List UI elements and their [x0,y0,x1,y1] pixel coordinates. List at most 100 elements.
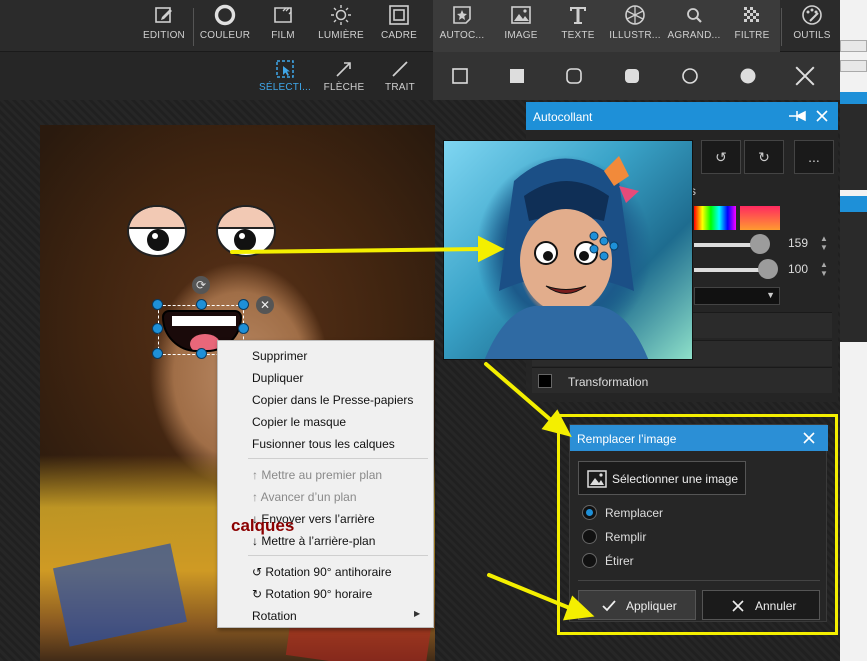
main-toolbar: EDITION COULEUR FILM LUMIÈRE CADRE AUTOC… [0,0,840,52]
tool-illustration[interactable]: ILLUSTR... [608,0,662,52]
subtool-select[interactable]: SÉLECTI... [259,56,311,100]
strip-control[interactable] [840,60,867,72]
circle-outline-icon[interactable] [680,66,700,86]
rounded-square-outline-icon[interactable] [564,66,584,86]
tools-icon [801,0,823,30]
tool-image[interactable]: IMAGE [499,0,543,52]
delete-sticker-icon[interactable]: ✕ [256,296,274,314]
slider-track[interactable] [694,268,766,272]
slider-knob[interactable] [758,259,778,279]
strip-accent [840,92,867,104]
menu-item-label: Rotation 90° antihoraire [265,565,392,579]
line-icon [390,56,410,82]
resize-handle[interactable] [196,348,207,359]
menu-separator [248,555,428,556]
select-image-button[interactable]: Sélectionner une image [578,461,746,495]
resize-handle[interactable] [238,299,249,310]
radio-replace[interactable] [582,505,597,520]
strip-control[interactable] [840,40,867,52]
rotate-left-icon[interactable]: ↺ [701,140,741,174]
apply-button[interactable]: Appliquer [578,590,696,620]
radio-fill[interactable] [582,529,597,544]
tool-autocollant[interactable]: AUTOC... [436,0,488,52]
tool-texte[interactable]: TEXTE [556,0,600,52]
menu-item-bring-forward[interactable]: ↑ Avancer d’un plan [252,490,357,504]
tool-couleur[interactable]: COULEUR [198,0,252,52]
rotate-cw-icon: ↻ [252,587,266,601]
menu-item-rotation[interactable]: Rotation [252,609,297,623]
menu-item-copy-clipboard[interactable]: Copier dans le Presse-papiers [252,393,413,407]
close-icon [732,600,744,612]
color-swatch[interactable] [740,206,780,230]
tool-filtre[interactable]: FILTRE [731,0,773,52]
menu-item-label: Mettre au premier plan [261,468,383,482]
menu-item-merge-layers[interactable]: Fusionner tous les calques [252,437,395,451]
spinner-icon[interactable]: ▲ ▼ [820,260,828,278]
filter-icon [741,0,763,30]
resize-handle[interactable] [196,299,207,310]
strip-accent [840,196,867,212]
radio-stretch[interactable] [582,553,597,568]
circle-filled-icon[interactable] [738,66,758,86]
gradient-swatch[interactable] [694,206,736,230]
replace-image-dialog: Remplacer l’image Sélectionner une image… [569,424,828,622]
rotate-ccw-icon: ↺ [252,565,266,579]
menu-item-copy-mask[interactable]: Copier le masque [252,415,346,429]
slider-value: 159 [788,236,809,250]
tool-label: COULEUR [199,30,251,41]
tool-label: EDITION [143,30,185,41]
rounded-square-filled-icon[interactable] [622,66,642,86]
tool-agrandir[interactable]: AGRAND... [667,0,721,52]
sticker-panel-header: Autocollant [526,102,838,130]
panel-title: Autocollant [533,110,593,124]
illustration-icon [624,0,646,30]
menu-item-supprimer[interactable]: Supprimer [252,349,307,363]
strip-panel [840,104,867,190]
menu-item-bring-front[interactable]: ↑ Mettre au premier plan [252,468,382,482]
more-button[interactable]: ... [794,140,834,174]
menu-item-label: Mettre à l’arrière-plan [261,534,376,548]
menu-item-send-back[interactable]: ↓ Mettre à l’arrière-plan [252,534,375,548]
blend-dropdown[interactable]: ▼ [694,287,780,305]
resize-handle[interactable] [152,323,163,334]
square-outline-icon[interactable] [450,66,470,86]
slider-track[interactable] [694,243,758,247]
eyelid [129,207,185,229]
close-icon[interactable] [815,109,829,123]
tool-label: OUTILS [793,30,831,41]
dialog-divider [578,580,820,581]
close-icon[interactable] [802,431,816,445]
resize-handle[interactable] [238,323,249,334]
eye-sticker-right[interactable] [216,205,276,257]
resize-handle[interactable] [152,299,163,310]
square-filled-icon[interactable] [507,66,527,86]
tool-outils[interactable]: OUTILS [790,0,834,52]
tool-lumiere[interactable]: LUMIÈRE [314,0,368,52]
slider-knob[interactable] [750,234,770,254]
cancel-button[interactable]: Annuler [702,590,820,620]
close-icon[interactable] [794,65,816,87]
transformation-row[interactable]: Transformation [532,367,832,393]
rotate-handle-icon[interactable]: ⟳ [192,276,210,294]
tool-edition[interactable]: EDITION [140,0,188,52]
transformation-label: Transformation [568,375,649,389]
menu-item-label: Avancer d’un plan [260,490,357,504]
text-icon [567,0,589,30]
spinner-icon[interactable]: ▲ ▼ [820,234,828,252]
transformation-checkbox[interactable] [538,374,552,388]
menu-item-rotate-cw[interactable]: ↻ Rotation 90° horaire [252,587,372,601]
dialog-header: Remplacer l’image [570,425,828,451]
rotate-right-icon[interactable]: ↻ [744,140,784,174]
resize-handle[interactable] [152,348,163,359]
tool-film[interactable]: FILM [262,0,304,52]
arrow-up-small-icon: ↑ [252,490,261,504]
subtool-line[interactable]: TRAIT [380,56,420,100]
tool-label: CADRE [380,30,417,41]
menu-separator [248,458,428,459]
eye-sticker-left[interactable] [127,205,187,257]
menu-item-dupliquer[interactable]: Dupliquer [252,371,303,385]
subtool-arrow[interactable]: FLÈCHE [322,56,366,100]
tool-cadre[interactable]: CADRE [377,0,421,52]
pin-icon[interactable] [788,109,808,123]
menu-item-rotate-ccw[interactable]: ↺ Rotation 90° antihoraire [252,565,392,579]
